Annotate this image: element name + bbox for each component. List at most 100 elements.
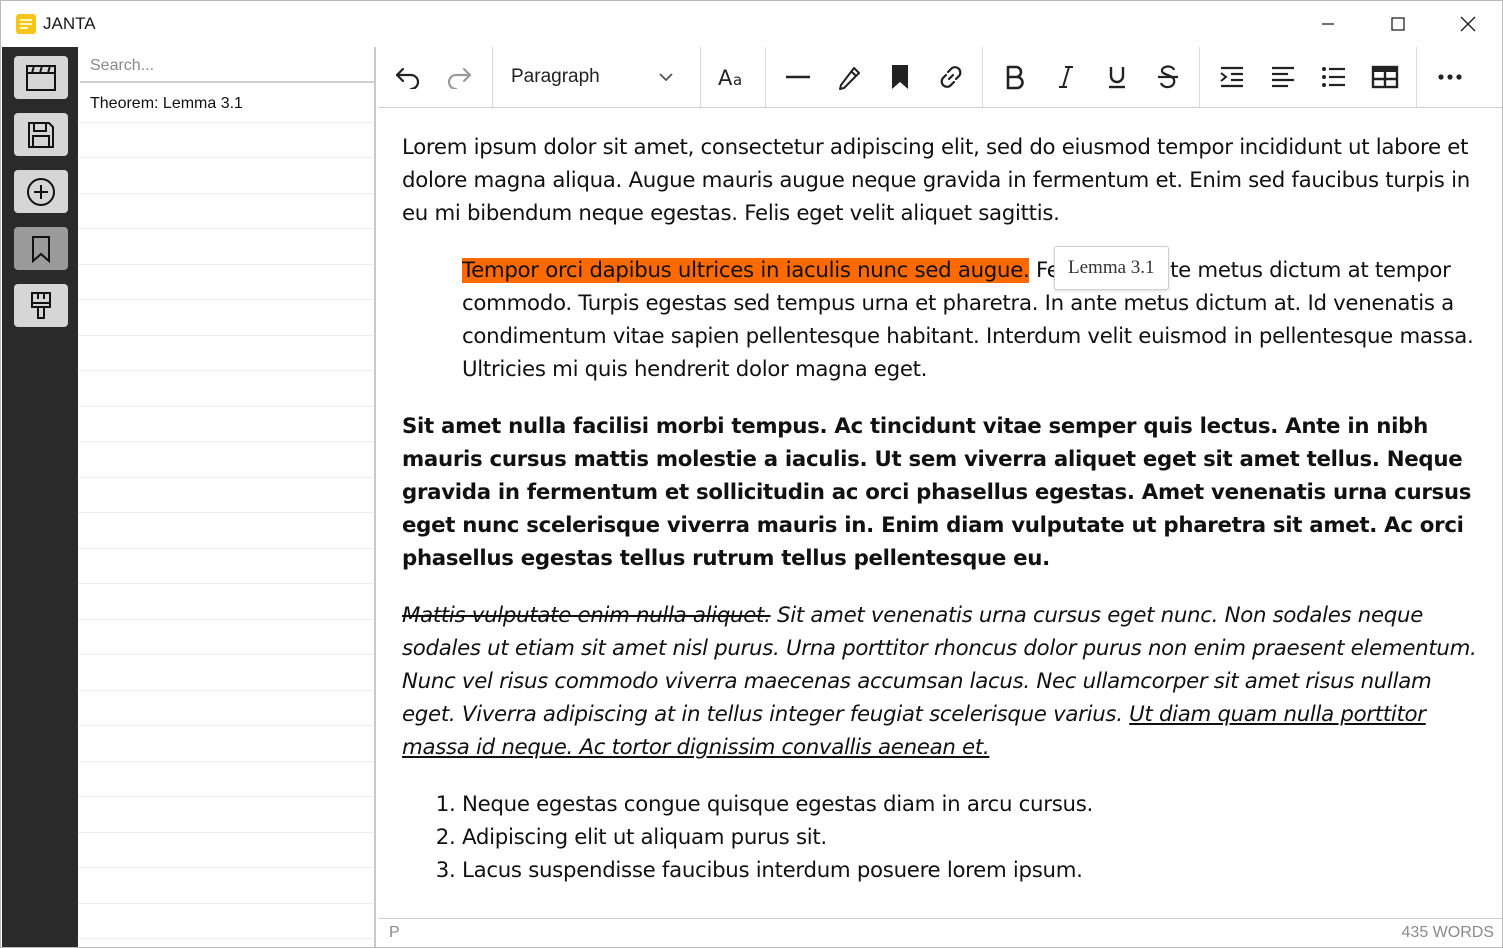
toolbar-divider [1416,47,1417,107]
bullet-list-button[interactable] [1308,55,1359,99]
list-item-empty [78,691,374,726]
table-button[interactable] [1359,55,1410,99]
search-input[interactable] [80,51,374,83]
list-item-empty [78,868,374,904]
underline-icon [1108,67,1125,89]
chevron-down-icon [659,73,673,82]
block-format-select[interactable]: Paragraph [498,57,688,97]
strikethrough-button[interactable] [1142,55,1193,99]
list-item-empty [78,726,374,762]
maximize-icon [1391,17,1405,31]
horizontal-rule-button[interactable] [772,55,823,99]
toolbar-divider [1199,47,1200,107]
underline-button[interactable] [1091,55,1142,99]
editor-toolbar: Paragraph A a [378,47,1502,108]
redo-button[interactable] [433,55,484,99]
list-item-empty [78,833,374,868]
floppy-disk-icon [28,121,54,148]
toolbar-divider [492,47,493,107]
more-icon [1437,74,1462,80]
ordered-list: Neque egestas congue quisque egestas dia… [402,788,1482,887]
theme-button[interactable] [14,284,68,327]
window-title: JANTA [43,14,96,33]
link-button[interactable] [925,55,976,99]
horizontal-rule-icon [785,75,810,79]
blockquote: Tempor orci dapibus ultrices in iaculis … [462,254,1482,386]
redo-icon [447,67,471,89]
bookmark-tooltip: Lemma 3.1 [1054,246,1169,290]
list-item-empty [78,797,374,833]
align-left-icon [1271,66,1294,88]
app-window: JANTA Search... Theorem: Lemma 3.1 Parag… [0,0,1503,948]
svg-text:a: a [733,71,742,89]
open-notes-button[interactable] [14,56,68,99]
list-item: Adipiscing elit ut aliquam purus sit. [462,821,1482,854]
table-icon [1371,65,1398,89]
list-item-empty [78,442,374,478]
bold-icon [1006,65,1024,90]
list-item-empty [78,300,374,336]
list-item-empty [78,229,374,265]
list-item-empty [78,584,374,620]
bookmark-icon [891,65,908,89]
document-content[interactable]: Lorem ipsum dolor sit amet, consectetur … [402,131,1482,887]
side-rail [2,47,78,947]
list-item: Neque egestas congue quisque egestas dia… [462,788,1482,821]
bold-paragraph: Sit amet nulla facilisi morbi tempus. Ac… [402,414,1472,571]
svg-text:A: A [718,66,733,89]
more-group [1424,47,1475,107]
italic-paragraph: Mattis vulputate enim nulla aliquet. Sit… [402,599,1482,764]
notes-list: Theorem: Lemma 3.1 [78,87,374,939]
list-item[interactable]: Theorem: Lemma 3.1 [78,87,374,123]
indent-button[interactable] [1206,55,1257,99]
undo-icon [395,67,419,89]
word-count: 435 WORDS [1401,924,1494,941]
minimize-icon [1322,23,1334,25]
align-left-button[interactable] [1257,55,1308,99]
plus-circle-icon [27,177,55,206]
toolbar-divider [982,47,983,107]
list-item-empty [78,655,374,691]
list-item-empty [78,194,374,229]
clapperboard-icon [26,64,56,91]
undo-button[interactable] [382,55,433,99]
link-icon [940,66,961,88]
janta-logo-icon [16,14,36,34]
strikethrough-icon [1157,65,1178,89]
minimize-button[interactable] [1293,1,1363,47]
list-item-empty [78,904,374,939]
list-item-empty [78,620,374,655]
maximize-button[interactable] [1363,1,1433,47]
highlighter-icon [838,67,860,90]
bullet-list-icon [1321,67,1345,87]
close-icon [1460,16,1476,32]
list-item-empty [78,407,374,442]
title-bar: JANTA [1,1,1502,47]
list-item-empty [78,265,374,300]
list-item-empty [78,158,374,194]
paragraph-group [1206,47,1410,107]
italic-button[interactable] [1040,55,1091,99]
list-item-empty [78,371,374,407]
font-size-button[interactable]: A a [707,55,758,99]
list-item-empty [78,513,374,549]
paragraph: Lorem ipsum dolor sit amet, consectetur … [402,135,1470,226]
save-button[interactable] [14,113,68,156]
indent-icon [1219,66,1243,88]
bold-button[interactable] [989,55,1040,99]
close-button[interactable] [1433,1,1503,47]
new-note-button[interactable] [14,170,68,213]
editor-area[interactable]: Lorem ipsum dolor sit amet, consectetur … [378,109,1502,917]
list-item: Lacus suspendisse faucibus interdum posu… [462,854,1482,887]
bookmark-insert-button[interactable] [874,55,925,99]
insert-group [772,47,976,107]
block-format-value: Paragraph [511,66,600,87]
strikethrough-text: Mattis vulputate enim nulla aliquet. [402,603,771,628]
notes-list-panel: Theorem: Lemma 3.1 [78,47,376,947]
font-size-icon: A a [718,66,742,89]
bookmarks-button[interactable] [14,227,68,270]
highlight-button[interactable] [823,55,874,99]
text-style-group [989,47,1193,107]
more-button[interactable] [1424,55,1475,99]
element-path: P [389,924,400,941]
